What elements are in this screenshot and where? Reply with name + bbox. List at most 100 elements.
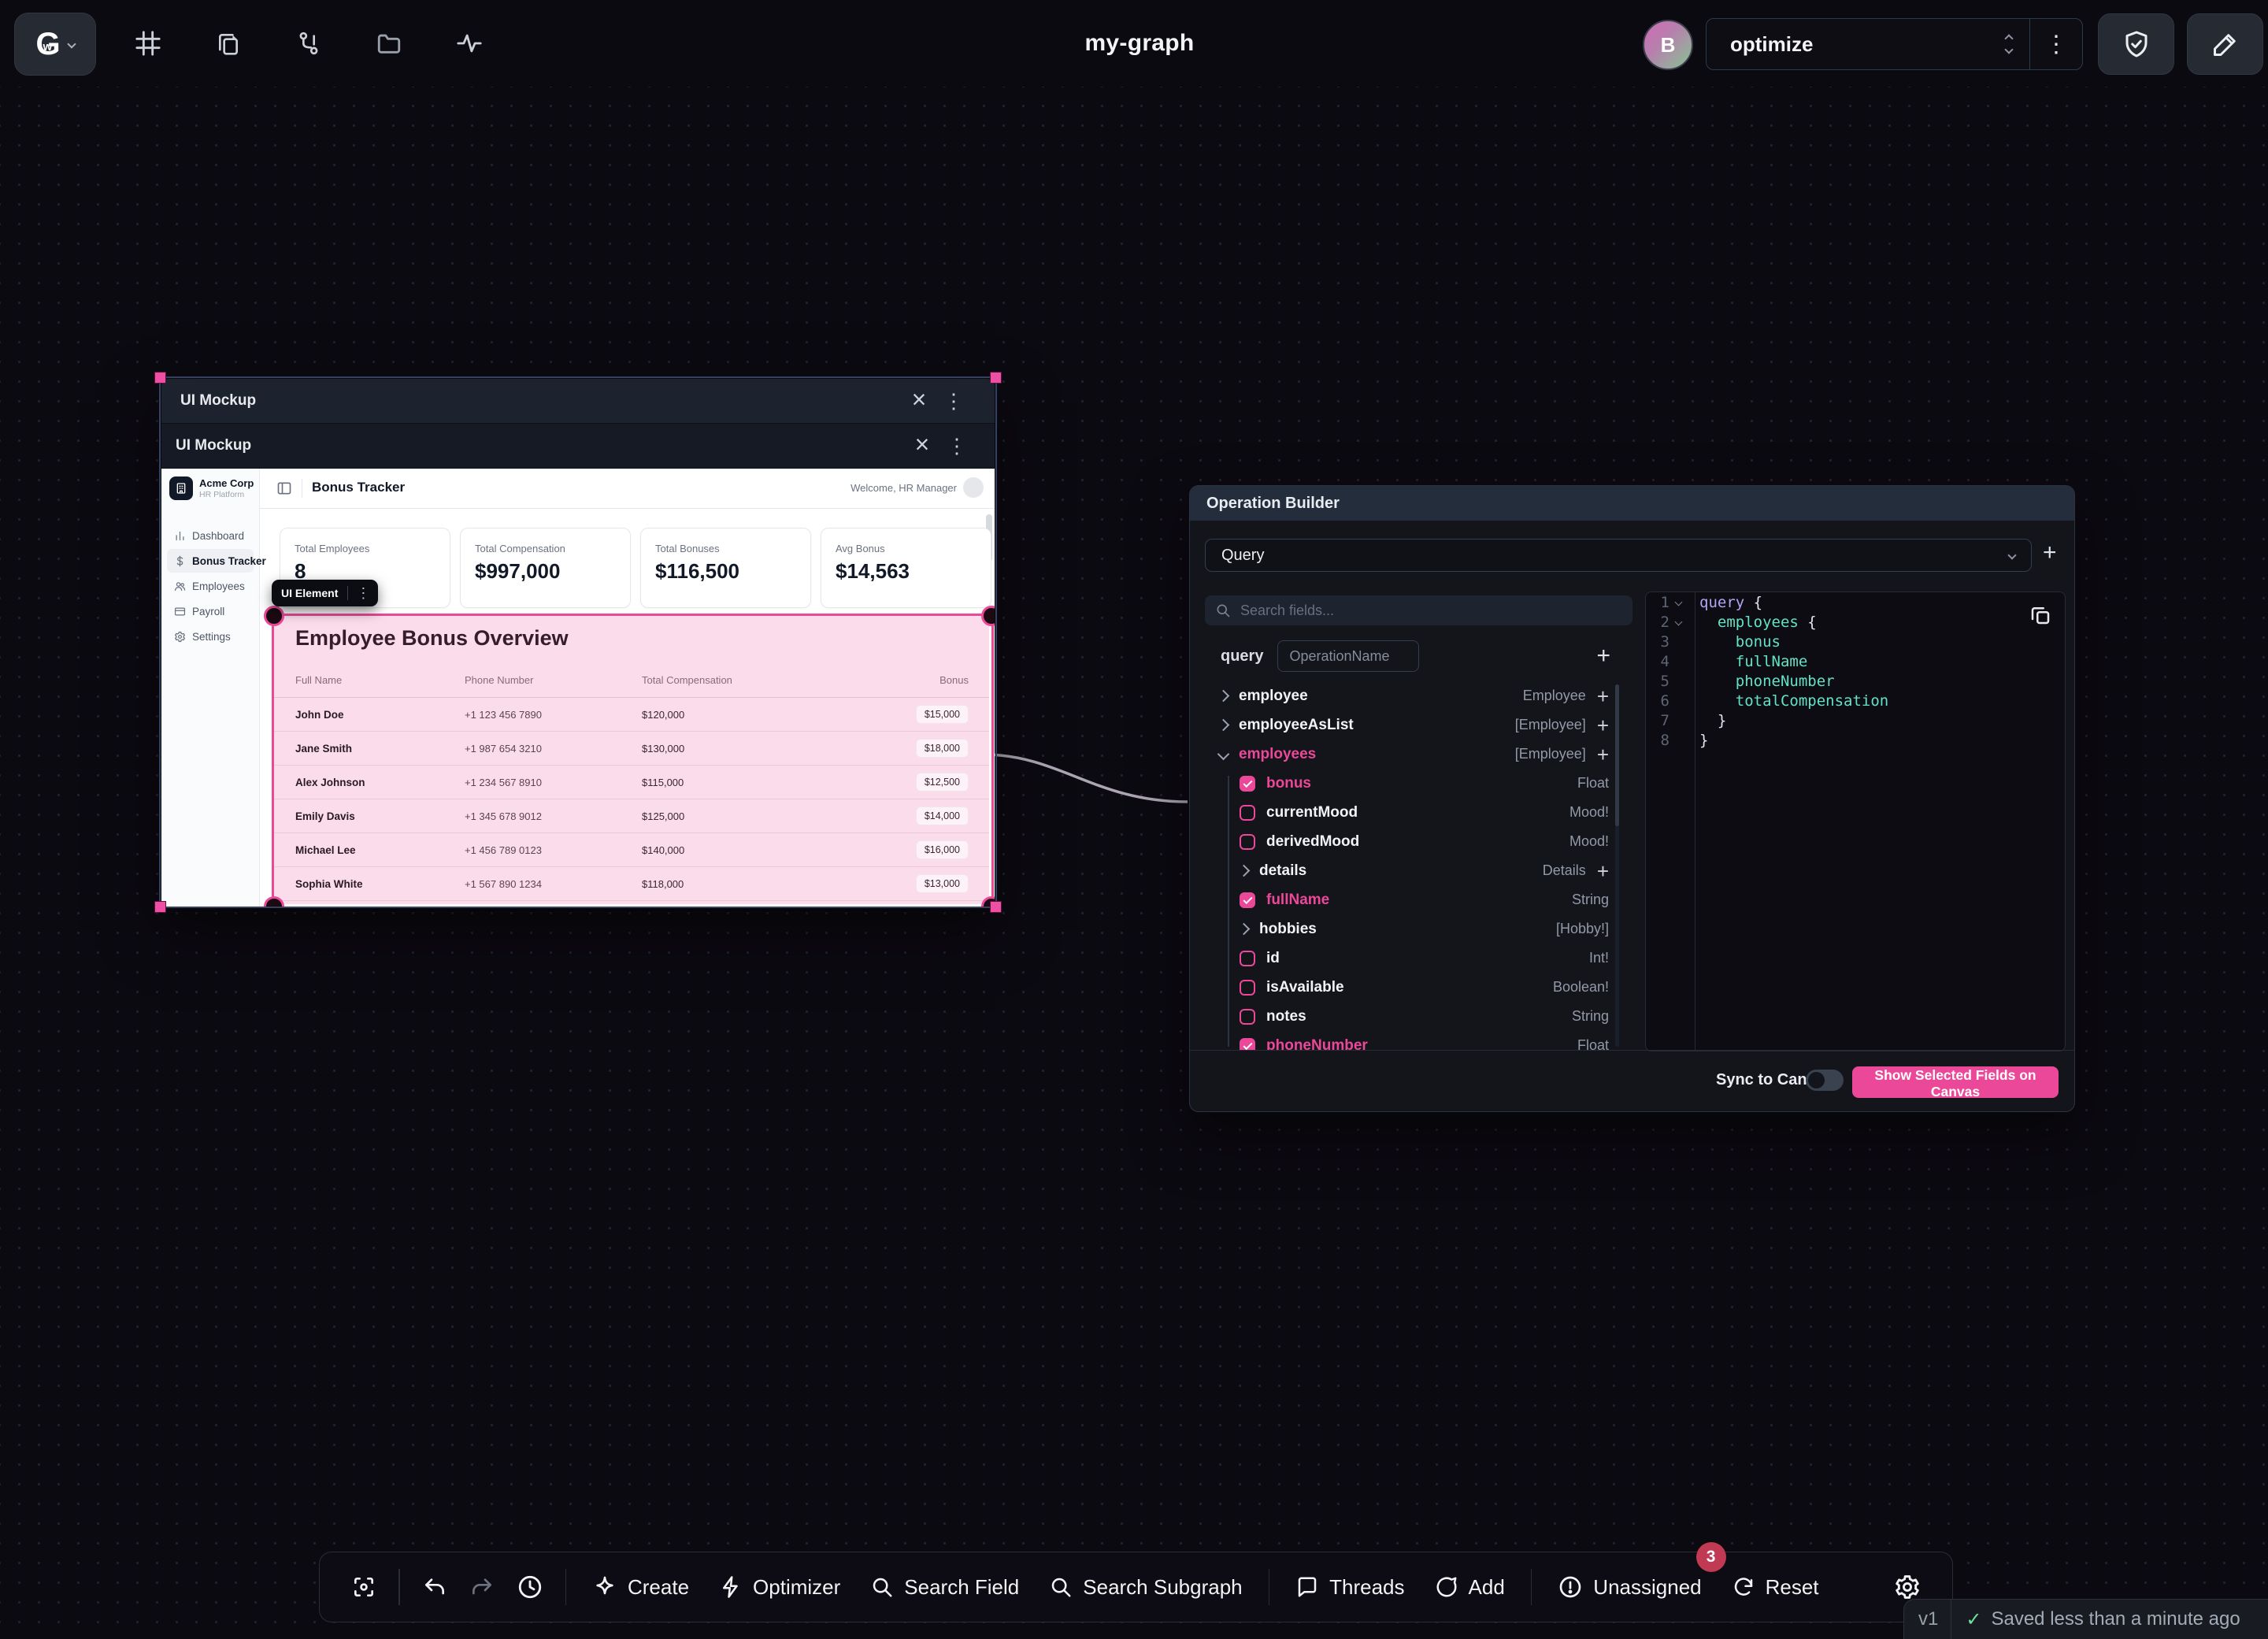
schema-field-row[interactable]: id Int!	[1205, 944, 1632, 973]
brand-name: Acme Corp	[199, 477, 254, 490]
add-subfield-button[interactable]: +	[1597, 861, 1609, 881]
schema-field-row[interactable]: employeeAsList [Employee] +	[1205, 710, 1632, 740]
schema-field-row[interactable]: employee Employee +	[1205, 681, 1632, 710]
field-checkbox[interactable]	[1240, 980, 1255, 996]
add-subfield-button[interactable]: +	[1597, 686, 1609, 706]
show-selected-fields-button[interactable]: Show Selected Fields on Canvas	[1852, 1066, 2059, 1098]
panel-header[interactable]: Operation Builder	[1190, 486, 2074, 521]
schema-field-list[interactable]: employee Employee + employeeAsList [Empl…	[1205, 681, 1632, 1050]
search-subgraph-button[interactable]: Search Subgraph	[1034, 1563, 1257, 1611]
history-button[interactable]	[506, 1563, 554, 1611]
search-field-button[interactable]: Search Field	[855, 1563, 1034, 1611]
code-fold-icon[interactable]	[1674, 599, 1682, 606]
employee-bonus-table-card[interactable]: Employee Bonus Overview Full Name Phone …	[272, 614, 989, 904]
ui-element-tooltip[interactable]: UI Element ⋮	[272, 580, 378, 606]
field-checkbox[interactable]	[1240, 1038, 1255, 1051]
reset-button[interactable]: Reset	[1717, 1563, 1834, 1611]
add-comment-button[interactable]: Add	[1420, 1563, 1520, 1611]
version-badge[interactable]: v1	[1918, 1608, 1938, 1630]
unassigned-button[interactable]: Unassigned 3	[1543, 1563, 1716, 1611]
close-icon[interactable]: ×	[905, 428, 939, 463]
field-list-scrollbar[interactable]	[1615, 684, 1619, 1047]
window-titlebar-inner[interactable]: UI Mockup × ⋮	[161, 424, 995, 469]
selection-handle[interactable]	[990, 372, 1002, 384]
sidebar-nav-item[interactable]: Dashboard	[167, 524, 254, 547]
field-name: derivedMood	[1266, 833, 1359, 851]
add-field-button[interactable]: +	[1596, 644, 1610, 668]
app-logo-button[interactable]: Gw	[14, 13, 96, 76]
operation-builder-panel[interactable]: Operation Builder Query + query + employ…	[1189, 485, 2075, 1112]
schema-field-row[interactable]: details Details +	[1205, 856, 1632, 885]
folder-icon[interactable]	[367, 21, 411, 65]
field-checkbox[interactable]	[1240, 805, 1255, 821]
field-checkbox[interactable]	[1240, 776, 1255, 792]
kebab-menu-icon[interactable]: ⋮	[936, 385, 971, 417]
selection-handle[interactable]	[264, 606, 284, 626]
schema-field-row[interactable]: derivedMood Mood!	[1205, 827, 1632, 856]
search-fields-input[interactable]	[1239, 602, 1604, 620]
field-search[interactable]	[1205, 595, 1632, 625]
sidebar-nav-item[interactable]: Employees	[167, 574, 254, 598]
optimizer-button[interactable]: Optimizer	[704, 1563, 855, 1611]
table-row: Michael Lee +1 456 789 0123 $140,000 $16…	[272, 833, 989, 867]
schema-field-row[interactable]: bonus Float	[1205, 769, 1632, 798]
chevron-right-icon[interactable]	[1238, 865, 1251, 877]
window-titlebar-outer[interactable]: UI Mockup × ⋮	[161, 379, 995, 424]
toolbar-divider	[398, 1569, 400, 1605]
hr-avatar[interactable]	[963, 477, 984, 498]
version-select[interactable]: optimize ⋮	[1706, 18, 2083, 70]
shield-check-button[interactable]	[2098, 13, 2174, 75]
sidebar-nav-item[interactable]: Payroll	[167, 599, 254, 623]
selection-handle[interactable]	[154, 372, 166, 384]
field-checkbox[interactable]	[1240, 951, 1255, 966]
selection-handle[interactable]	[154, 901, 166, 913]
graphql-code-editor[interactable]: 1 query { 2 employees { 3 bonus 4 fullNa…	[1645, 591, 2066, 1051]
add-subfield-button[interactable]: +	[1597, 715, 1609, 736]
sidebar-nav-item[interactable]: Bonus Tracker	[167, 549, 254, 573]
kebab-menu-icon[interactable]: ⋮	[939, 430, 974, 462]
sidebar-nav-item[interactable]: Settings	[167, 625, 254, 648]
field-checkbox[interactable]	[1240, 1009, 1255, 1025]
focus-view-button[interactable]	[340, 1563, 387, 1611]
operation-type-select[interactable]: Query	[1205, 539, 2032, 572]
chevron-right-icon[interactable]	[1217, 690, 1230, 703]
sync-to-canvas-toggle[interactable]	[1806, 1070, 1844, 1091]
building-icon	[169, 476, 193, 500]
add-subfield-button[interactable]: +	[1597, 744, 1609, 765]
user-avatar[interactable]: B	[1643, 20, 1693, 70]
schema-field-row[interactable]: employees [Employee] +	[1205, 740, 1632, 769]
kebab-menu-icon[interactable]: ⋮	[348, 585, 378, 602]
code-text: bonus	[1687, 633, 1781, 651]
undo-button[interactable]	[411, 1563, 458, 1611]
chevron-right-icon[interactable]	[1217, 719, 1230, 732]
redo-button[interactable]	[458, 1563, 506, 1611]
add-operation-button[interactable]: +	[2043, 541, 2057, 565]
sidebar-collapse-icon[interactable]	[276, 480, 292, 496]
chevron-right-icon[interactable]	[1238, 923, 1251, 936]
copy-pages-icon[interactable]	[206, 21, 250, 65]
schema-field-row[interactable]: fullName String	[1205, 885, 1632, 914]
close-icon[interactable]: ×	[902, 384, 936, 418]
branch-icon[interactable]	[287, 21, 331, 65]
activity-icon[interactable]	[447, 21, 491, 65]
code-fold-icon[interactable]	[1674, 618, 1682, 626]
ui-mockup-window[interactable]: UI Mockup × ⋮ UI Mockup × ⋮ Acme Corp HR…	[161, 379, 995, 906]
edit-pencil-button[interactable]	[2187, 13, 2263, 75]
code-line: 5 phoneNumber	[1646, 671, 2065, 691]
operation-name-input[interactable]	[1277, 640, 1419, 672]
field-checkbox[interactable]	[1240, 892, 1255, 908]
schema-field-row[interactable]: phoneNumber Float	[1205, 1031, 1632, 1050]
field-checkbox[interactable]	[1240, 834, 1255, 850]
schema-field-row[interactable]: notes String	[1205, 1002, 1632, 1031]
version-menu-button[interactable]: ⋮	[2029, 19, 2082, 69]
schema-field-row[interactable]: hobbies [Hobby!]	[1205, 914, 1632, 944]
table-row: Emily Davis +1 345 678 9012 $125,000 $14…	[272, 799, 989, 833]
create-button[interactable]: Create	[577, 1563, 704, 1611]
schema-field-row[interactable]: isAvailable Boolean!	[1205, 973, 1632, 1002]
threads-button[interactable]: Threads	[1280, 1563, 1419, 1611]
schema-field-row[interactable]: currentMood Mood!	[1205, 798, 1632, 827]
chevron-down-icon[interactable]	[1217, 748, 1230, 761]
frame-tool-icon[interactable]	[126, 21, 170, 65]
selection-handle[interactable]	[990, 901, 1002, 913]
copy-code-icon[interactable]	[2029, 603, 2052, 627]
